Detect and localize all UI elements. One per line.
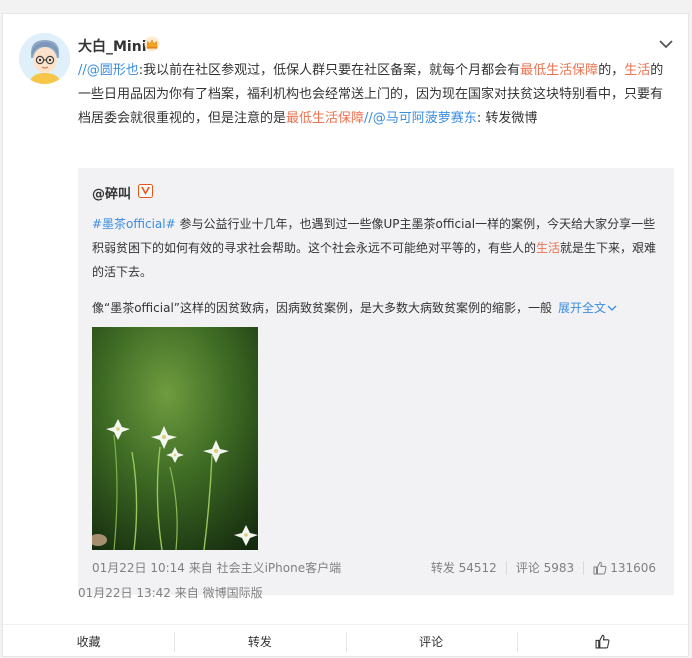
quoted-meta: 01月22日 10:14 来自 社会主义iPhone客户端 — [92, 561, 342, 575]
text-seg-1: :我以前在社区参观过，低保人群只要在社区备案，就每个月都会有 — [138, 63, 521, 78]
quoted-paragraph-2: 像“墨茶official”这样的因贫致病，因病致贫案例，是大多数大病致贫案例的缩… — [92, 301, 552, 315]
avatar-illustration — [19, 33, 70, 84]
quoted-text: #墨茶official# 参与公益行业十几年，也遇到过一些像UP主墨茶offic… — [92, 212, 662, 284]
flower-photo — [92, 327, 258, 550]
quoted-like-count: 131606 — [610, 560, 656, 575]
favorite-button[interactable]: 收藏 — [3, 625, 174, 658]
mention-link-2[interactable]: @马可阿菠萝赛东 — [373, 111, 477, 126]
weibo-post-card: 大白_Mini //@圆形也:我以前在社区参观过，低保人群只要在社区备案，就每个… — [2, 13, 689, 657]
divider — [583, 560, 585, 575]
hashtag-link[interactable]: #墨茶official# — [92, 217, 176, 231]
quoted-repost-button[interactable]: 转发 54512 — [431, 559, 497, 576]
keyword-link-2[interactable]: 生活 — [624, 63, 650, 78]
quoted-like-button[interactable]: 131606 — [593, 561, 656, 575]
forward-button[interactable]: 转发 — [174, 625, 345, 658]
quoted-author[interactable]: @碎叫 — [92, 183, 131, 202]
divider — [505, 560, 507, 575]
text-seg-4: // — [364, 111, 373, 126]
post-footer-actions: 收藏 转发 评论 — [3, 624, 688, 658]
thumbs-up-icon — [593, 561, 607, 574]
keyword-link-1[interactable]: 最低生活保障 — [520, 63, 598, 78]
expand-full-text-link[interactable]: 展开全文 — [558, 301, 617, 315]
chevron-down-icon — [607, 305, 617, 311]
v-badge-icon — [138, 184, 153, 198]
expand-label: 展开全文 — [558, 301, 607, 315]
keyword-link-3[interactable]: 最低生活保障 — [286, 111, 364, 126]
quoted-keyword-link[interactable]: 生活 — [536, 241, 560, 255]
user-avatar[interactable] — [19, 33, 70, 84]
crown-icon — [144, 36, 160, 52]
quoted-actions: 转发 54512 评论 5983 131606 — [431, 559, 656, 576]
text-seg-5: : 转发微博 — [476, 111, 538, 126]
quoted-comment-button[interactable]: 评论 5983 — [516, 559, 574, 576]
username[interactable]: 大白_Mini — [78, 36, 147, 56]
mention-link-1[interactable]: @圆形也 — [87, 63, 139, 78]
quoted-photo[interactable] — [92, 327, 258, 550]
thumbs-up-icon — [595, 634, 610, 649]
comment-button[interactable]: 评论 — [345, 625, 517, 658]
quoted-post: @碎叫 #墨茶official# 参与公益行业十几年，也遇到过一些像UP主墨茶o… — [78, 168, 674, 595]
like-button[interactable] — [516, 625, 688, 658]
text-seg-2: 的， — [598, 63, 625, 78]
quoted-text-2: 像“墨茶official”这样的因贫致病，因病致贫案例，是大多数大病致贫案例的缩… — [92, 299, 662, 317]
post-text: //@圆形也:我以前在社区参观过，低保人群只要在社区备案，就每个月都会有最低生活… — [78, 59, 674, 131]
post-meta: 01月22日 13:42 来自 微博国际版 — [78, 586, 263, 600]
prefix-slashes: // — [78, 63, 87, 78]
chevron-down-icon[interactable] — [658, 38, 674, 50]
